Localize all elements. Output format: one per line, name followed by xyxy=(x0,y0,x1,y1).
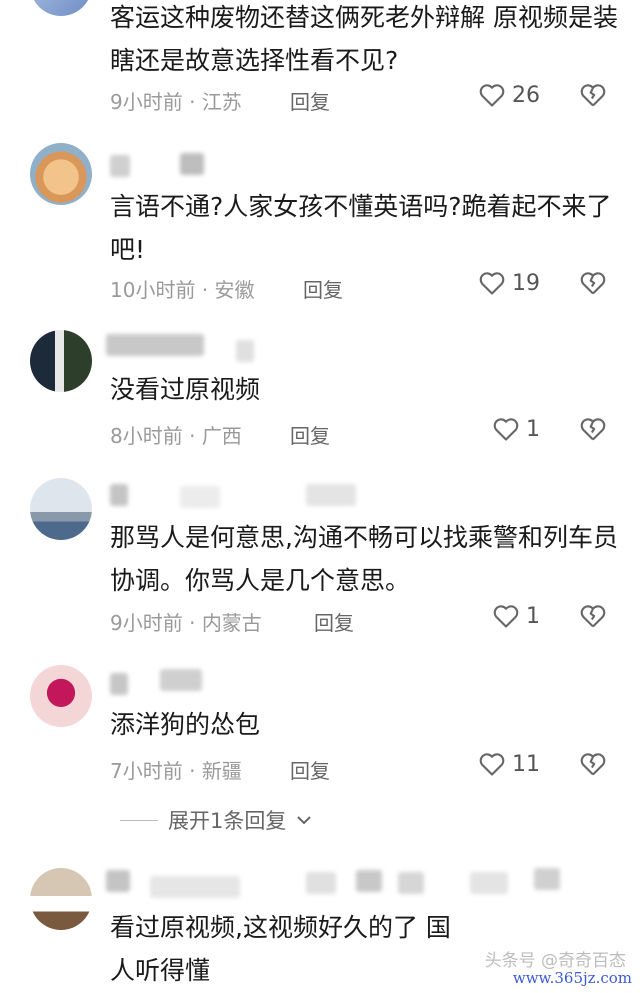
like-button[interactable]: 1 xyxy=(492,603,540,629)
comment-location: 安徽 xyxy=(214,278,255,302)
comment-time: 9小时前 xyxy=(110,611,183,635)
meta-separator: · xyxy=(189,759,196,783)
like-count: 11 xyxy=(512,751,540,777)
site-watermark: www.365jz.com xyxy=(512,969,632,987)
avatar[interactable] xyxy=(30,0,92,16)
username-blurred xyxy=(470,872,508,894)
avatar[interactable] xyxy=(30,143,92,205)
divider-line xyxy=(120,819,158,821)
comment-text: 看过原视频,这视频好久的了 国人听得懂 xyxy=(110,913,451,985)
like-count: 26 xyxy=(512,82,540,108)
username-blurred xyxy=(356,870,382,892)
reply-button[interactable]: 回复 xyxy=(290,755,330,784)
expand-replies-button[interactable]: 展开1条回复 xyxy=(120,805,312,835)
heart-icon xyxy=(479,272,505,295)
heart-icon xyxy=(493,605,519,628)
username-blurred xyxy=(306,872,336,894)
meta-separator: · xyxy=(189,90,196,114)
broken-heart-icon[interactable] xyxy=(579,270,607,296)
username-blurred xyxy=(534,868,560,890)
reply-button[interactable]: 回复 xyxy=(303,274,343,303)
broken-heart-icon[interactable] xyxy=(579,603,607,629)
comment-location: 内蒙古 xyxy=(201,611,262,635)
comment-meta: 9小时前 · 内蒙古 xyxy=(110,607,262,636)
username-blurred xyxy=(106,334,204,356)
comment-time: 9小时前 xyxy=(110,90,183,114)
username-blurred xyxy=(160,669,202,691)
heart-icon xyxy=(479,84,505,107)
username-blurred xyxy=(110,673,128,695)
username-blurred xyxy=(106,870,130,892)
username-blurred xyxy=(306,484,356,506)
avatar[interactable] xyxy=(30,868,92,930)
broken-heart-icon[interactable] xyxy=(579,751,607,777)
heart-icon xyxy=(479,753,505,776)
username-blurred xyxy=(110,484,128,506)
reply-button[interactable]: 回复 xyxy=(290,420,330,449)
comment-location: 广西 xyxy=(201,424,242,448)
username-blurred xyxy=(150,876,240,898)
username-blurred xyxy=(236,340,254,362)
comment-text: 没看过原视频 xyxy=(110,375,261,404)
comment-location: 新疆 xyxy=(201,759,242,783)
faded-watermark: 头条号 @奇奇百态 xyxy=(484,951,626,971)
avatar[interactable] xyxy=(30,330,92,392)
meta-separator: · xyxy=(189,424,196,448)
comment-location: 江苏 xyxy=(201,90,242,114)
comment-text: 添洋狗的怂包 xyxy=(110,710,261,739)
comment-time: 7小时前 xyxy=(110,759,183,783)
heart-icon xyxy=(493,418,519,441)
username-blurred xyxy=(110,155,130,177)
meta-separator: · xyxy=(201,278,209,302)
avatar[interactable] xyxy=(30,478,92,540)
meta-separator: · xyxy=(189,611,196,635)
like-button[interactable]: 11 xyxy=(478,751,540,777)
broken-heart-icon[interactable] xyxy=(579,82,607,108)
comment-meta: 9小时前 · 江苏 xyxy=(110,86,242,115)
like-count: 1 xyxy=(526,603,540,629)
broken-heart-icon[interactable] xyxy=(579,416,607,442)
like-count: 19 xyxy=(512,270,540,296)
expand-replies-label: 展开1条回复 xyxy=(168,809,287,833)
comment-meta: 10小时前 · 安徽 xyxy=(110,274,255,303)
comment-meta: 7小时前 · 新疆 xyxy=(110,755,242,784)
like-button[interactable]: 26 xyxy=(478,82,540,108)
comment-text: 那骂人是何意思,沟通不畅可以找乘警和列车员协调。你骂人是几个意思。 xyxy=(110,523,618,595)
reply-button[interactable]: 回复 xyxy=(314,607,354,636)
comment-meta: 8小时前 · 广西 xyxy=(110,420,242,449)
comment-text: 客运这种废物还替这俩死老外辩解 原视频是装瞎还是故意选择性看不见? xyxy=(110,3,618,75)
avatar[interactable] xyxy=(30,665,92,727)
chevron-down-icon xyxy=(297,816,312,825)
username-blurred xyxy=(180,153,204,175)
comment-text: 言语不通?人家女孩不懂英语吗?跪着起不来了吧! xyxy=(110,192,612,264)
comment-time: 8小时前 xyxy=(110,424,183,448)
username-blurred xyxy=(398,872,424,894)
comment-time: 10小时前 xyxy=(110,278,196,302)
reply-button[interactable]: 回复 xyxy=(290,86,330,115)
like-count: 1 xyxy=(526,416,540,442)
like-button[interactable]: 1 xyxy=(492,416,540,442)
like-button[interactable]: 19 xyxy=(478,270,540,296)
username-blurred xyxy=(180,486,220,508)
